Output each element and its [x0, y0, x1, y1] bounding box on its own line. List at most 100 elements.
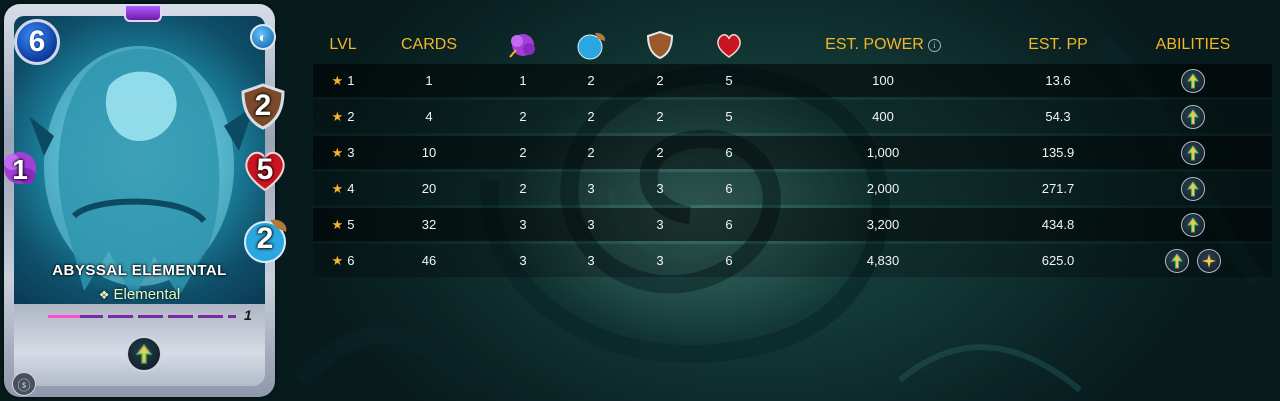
cell-cards: 4: [393, 100, 465, 133]
cell-abilities: [1143, 172, 1243, 205]
cell-magic: 2: [503, 172, 543, 205]
cell-speed: 3: [571, 172, 611, 205]
cell-value: 2: [656, 109, 664, 124]
cell-value: 6: [347, 253, 355, 268]
cell-lvl: ★ 2: [313, 100, 373, 133]
header-health-icon: [709, 28, 749, 62]
cell-value: 2: [587, 73, 595, 88]
table-row: ★ 2 4 2 2 2 5 400 54.3: [313, 100, 1272, 133]
cell-speed: 2: [571, 100, 611, 133]
void-ability-icon[interactable]: [1181, 104, 1205, 129]
xp-progress-bar: [48, 315, 236, 318]
header-est-power-label: EST. POWER: [825, 36, 924, 53]
table-row: ★ 1 1 1 2 2 5 100 13.6: [313, 64, 1272, 97]
cell-value: 400: [872, 109, 894, 124]
star-icon: ★: [331, 72, 344, 88]
void-ability-icon[interactable]: [1165, 248, 1189, 273]
cell-value: 4,830: [866, 253, 900, 268]
cell-pp: 434.8: [1013, 208, 1103, 241]
magic-attack-stat: 1: [0, 146, 40, 194]
card-name: ABYSSAL ELEMENTAL: [52, 262, 227, 279]
cell-lvl: ★ 1: [313, 64, 373, 97]
cell-value: 2: [519, 181, 527, 196]
health-stat: 5: [240, 146, 290, 194]
cell-value: 6: [725, 181, 733, 196]
card-type: ❖ Elemental: [14, 286, 265, 303]
xp-progress-fill: [48, 315, 80, 318]
cell-value: 434.8: [1041, 217, 1075, 232]
cell-value: 3: [587, 217, 595, 232]
mana-cost: 6: [28, 25, 46, 58]
table-header: LVL CARDS EST. POWER i EST. PP ABILITIES: [313, 28, 1272, 64]
void-ability-icon[interactable]: [1181, 140, 1205, 165]
cell-magic: 1: [503, 64, 543, 97]
cell-cards: 46: [393, 244, 465, 277]
cell-value: 4: [347, 181, 355, 196]
speed-value: 2: [256, 222, 274, 255]
cell-value: 4: [425, 109, 433, 124]
cell-value: 32: [421, 217, 437, 232]
header-est-pp: EST. PP: [1028, 36, 1088, 53]
cell-value: 3: [519, 253, 527, 268]
cell-lvl: ★ 5: [313, 208, 373, 241]
header-speed-icon: [571, 28, 611, 62]
star-icon: ★: [331, 108, 344, 124]
cell-power: 100: [813, 64, 953, 97]
cell-armor: 3: [640, 244, 680, 277]
card-type-label: Elemental: [113, 286, 181, 303]
cell-value: 3: [587, 253, 595, 268]
cell-value: 1,000: [866, 145, 900, 160]
void-ability-icon[interactable]: [126, 336, 162, 372]
cell-abilities: [1143, 244, 1243, 277]
cell-value: 3: [656, 181, 664, 196]
cell-value: 2: [656, 145, 664, 160]
cell-speed: 2: [571, 64, 611, 97]
cell-value: 20: [421, 181, 437, 196]
cell-power: 4,830: [813, 244, 953, 277]
cell-cards: 1: [393, 64, 465, 97]
cell-value: 2: [587, 109, 595, 124]
cell-abilities: [1143, 100, 1243, 133]
info-icon[interactable]: i: [927, 38, 941, 52]
armor-value: 2: [254, 89, 272, 122]
void-ability-icon[interactable]: [1181, 176, 1205, 201]
cell-health: 6: [709, 244, 749, 277]
cell-pp: 135.9: [1013, 136, 1103, 169]
header-magic-icon: [503, 28, 543, 62]
cell-cards: 32: [393, 208, 465, 241]
health-value: 5: [256, 153, 274, 186]
cell-value: 6: [725, 253, 733, 268]
cell-power: 1,000: [813, 136, 953, 169]
table-row: ★ 3 10 2 2 2 6 1,000 135.9: [313, 136, 1272, 169]
cell-value: 5: [347, 217, 355, 232]
star-icon: ★: [331, 216, 344, 232]
cell-health: 5: [709, 100, 749, 133]
cell-abilities: [1143, 136, 1243, 169]
cell-magic: 2: [503, 100, 543, 133]
cell-value: 3: [656, 217, 664, 232]
header-armor-icon: [640, 28, 680, 62]
cell-magic: 2: [503, 136, 543, 169]
magic-attack-value: 1: [12, 154, 28, 185]
cell-value: 5: [725, 109, 733, 124]
monster-card[interactable]: 6 ◐ 2 5 2 1 ABYSSAL ELEMENTAL ❖ Elemental: [4, 4, 287, 397]
cell-armor: 3: [640, 208, 680, 241]
header-cards: CARDS: [400, 36, 457, 53]
cell-value: 3: [347, 145, 355, 160]
void-ability-icon[interactable]: [1181, 68, 1205, 93]
star-icon: ★: [331, 144, 344, 160]
cell-value: 54.3: [1045, 109, 1071, 124]
header-est-power: EST. POWER i: [813, 28, 953, 62]
void-ability-icon[interactable]: [1181, 212, 1205, 237]
cell-power: 2,000: [813, 172, 953, 205]
cell-lvl: ★ 4: [313, 172, 373, 205]
edition-icon: ⓢ: [12, 372, 36, 396]
cell-value: 2: [656, 73, 664, 88]
cell-abilities: [1143, 64, 1243, 97]
spark-ability-icon[interactable]: [1197, 248, 1221, 273]
water-element-icon: ◐: [250, 24, 276, 50]
cell-value: 6: [725, 145, 733, 160]
cell-speed: 3: [571, 208, 611, 241]
speed-icon: [577, 32, 606, 60]
star-icon: ★: [331, 180, 344, 196]
